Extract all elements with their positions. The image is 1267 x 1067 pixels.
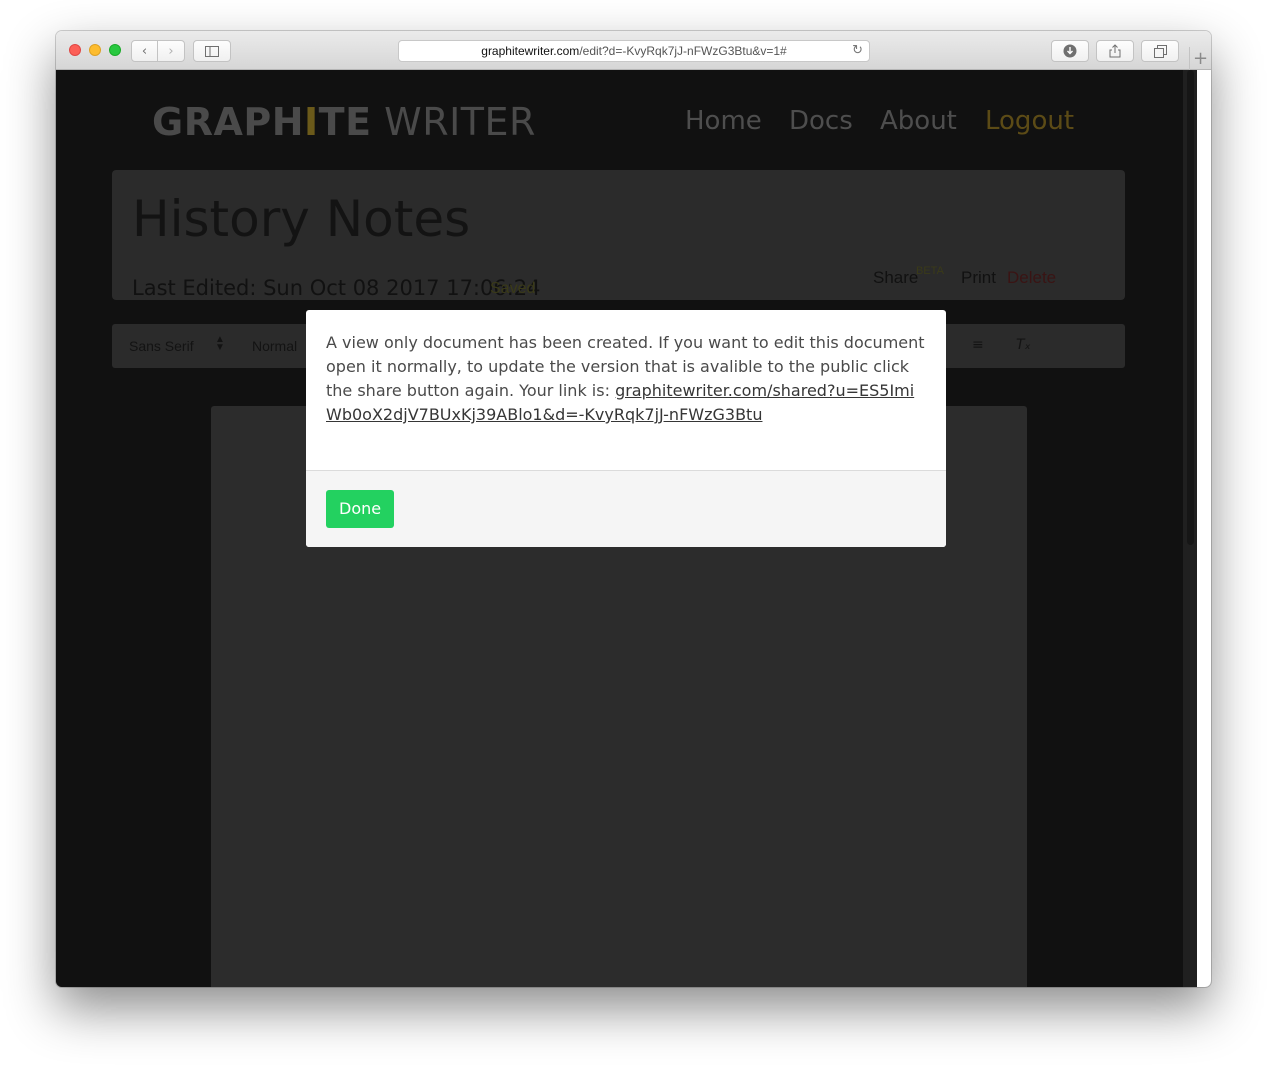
- clear-format-icon[interactable]: Tₓ: [1016, 337, 1031, 353]
- browser-window: ‹ › graphitewriter.com/edit?d=-KvyRqk7jJ…: [56, 31, 1211, 987]
- modal-footer: Done: [306, 471, 946, 547]
- logo-text-graph: GRAPH: [152, 100, 305, 144]
- forward-button[interactable]: ›: [158, 40, 185, 62]
- beta-badge: BETA: [916, 265, 944, 277]
- page-viewport: GRAPHITE WRITER Home Docs About Logout H…: [56, 70, 1211, 987]
- nav-home-link[interactable]: Home: [685, 106, 762, 136]
- new-tab-button[interactable]: +: [1189, 47, 1211, 70]
- close-window-icon[interactable]: [69, 44, 81, 56]
- nav-docs-link[interactable]: Docs: [789, 106, 853, 136]
- nav-about-link[interactable]: About: [880, 106, 957, 136]
- back-button[interactable]: ‹: [131, 40, 158, 62]
- zoom-window-icon[interactable]: [109, 44, 121, 56]
- print-link[interactable]: Print: [961, 268, 996, 288]
- window-edge: [1197, 70, 1211, 987]
- address-bar[interactable]: graphitewriter.com/edit?d=-KvyRqk7jJ-nFW…: [398, 40, 870, 62]
- tabs-icon: [1153, 44, 1167, 58]
- share-link[interactable]: Share: [873, 268, 918, 288]
- logo-text-te: TE: [318, 100, 372, 144]
- chevron-right-icon: ›: [168, 43, 174, 59]
- download-icon: [1063, 44, 1077, 58]
- logo-text-i: I: [304, 100, 319, 144]
- browser-titlebar: ‹ › graphitewriter.com/edit?d=-KvyRqk7jJ…: [56, 31, 1211, 70]
- share-icon: [1109, 44, 1121, 58]
- scrollbar-thumb[interactable]: [1187, 70, 1194, 545]
- modal-body: A view only document has been created. I…: [306, 310, 946, 471]
- url-path: /edit?d=-KvyRqk7jJ-nFWzG3Btu&v=1#: [579, 44, 787, 58]
- page-scrollbar[interactable]: [1182, 70, 1197, 987]
- reload-icon[interactable]: ↻: [852, 43, 863, 58]
- logo-text-writer: WRITER: [371, 100, 536, 144]
- downloads-button[interactable]: [1051, 40, 1089, 62]
- url-domain: graphitewriter.com: [481, 44, 580, 58]
- done-button[interactable]: Done: [326, 490, 395, 528]
- sidebar-toggle-button[interactable]: [193, 40, 231, 62]
- tabs-overview-button[interactable]: [1141, 40, 1179, 62]
- graphite-writer-logo[interactable]: GRAPHITE WRITER: [152, 100, 536, 144]
- document-header: History Notes Last Edited: Sun Oct 08 20…: [112, 170, 1125, 300]
- saved-status: Saved: [490, 280, 536, 297]
- nav-logout-link[interactable]: Logout: [985, 106, 1074, 136]
- app-navbar: GRAPHITE WRITER Home Docs About Logout: [56, 70, 1182, 170]
- align-icon[interactable]: ≡: [972, 337, 984, 353]
- page-body: History Notes Last Edited: Sun Oct 08 20…: [56, 170, 1182, 987]
- share-modal: A view only document has been created. I…: [306, 310, 946, 547]
- share-page-button[interactable]: [1096, 40, 1134, 62]
- chevron-left-icon: ‹: [141, 43, 148, 59]
- document-title[interactable]: History Notes: [132, 190, 470, 248]
- plus-icon: +: [1192, 48, 1209, 69]
- font-select[interactable]: Sans Serif: [129, 338, 194, 354]
- last-edited-text: Last Edited: Sun Oct 08 2017 17:06:24: [132, 276, 541, 300]
- delete-link[interactable]: Delete: [1007, 268, 1056, 288]
- history-nav: ‹ ›: [131, 40, 185, 62]
- size-select[interactable]: Normal: [252, 338, 297, 354]
- sidebar-icon: [205, 45, 219, 57]
- font-select-arrows-icon: ▲ ▼: [215, 334, 225, 353]
- minimize-window-icon[interactable]: [89, 44, 101, 56]
